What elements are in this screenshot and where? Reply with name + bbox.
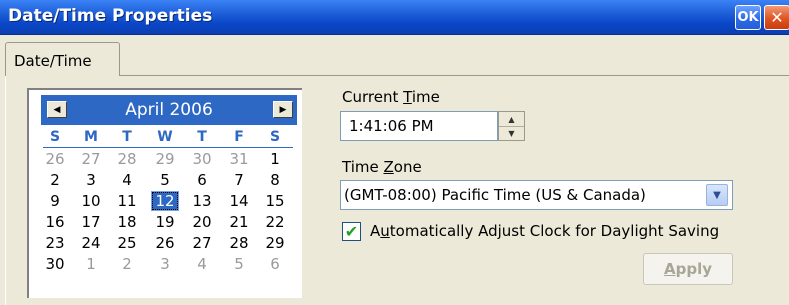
calendar-day[interactable]: 1 — [77, 254, 105, 274]
calendar-day[interactable]: 3 — [77, 170, 105, 190]
calendar-day[interactable]: 8 — [261, 170, 289, 190]
calendar-day-selected[interactable]: 12 — [151, 191, 179, 211]
calendar-day[interactable]: 25 — [113, 233, 141, 253]
current-time-value: 1:41:06 PM — [349, 117, 434, 135]
calendar-day[interactable]: 5 — [151, 170, 179, 190]
close-button[interactable]: ✕ — [764, 5, 789, 30]
arrow-right-icon: ▶ — [279, 104, 287, 115]
time-zone-value: (GMT-08:00) Pacific Time (US & Canada) — [344, 186, 646, 204]
calendar-day[interactable]: 18 — [113, 212, 141, 232]
calendar-day[interactable]: 11 — [113, 191, 141, 211]
calendar-day[interactable]: 28 — [113, 149, 141, 169]
arrow-up-icon: ▲ — [508, 114, 515, 124]
calendar-month-year[interactable]: April 2006 — [41, 100, 297, 120]
calendar-day[interactable]: 6 — [261, 254, 289, 274]
calendar-day[interactable]: 26 — [151, 233, 179, 253]
calendar-day[interactable]: 30 — [188, 149, 216, 169]
spin-up-button[interactable]: ▲ — [499, 112, 524, 127]
calendar-day[interactable]: 21 — [225, 212, 253, 232]
calendar-day[interactable]: 10 — [77, 191, 105, 211]
calendar-day[interactable]: 2 — [41, 170, 69, 190]
weekday-header: T — [197, 129, 207, 145]
tab-date-time[interactable]: Date/Time — [5, 42, 120, 76]
calendar-day[interactable]: 31 — [225, 149, 253, 169]
calendar-day[interactable]: 27 — [77, 149, 105, 169]
checkmark-icon: ✔ — [344, 221, 359, 241]
time-zone-dropdown[interactable]: (GMT-08:00) Pacific Time (US & Canada) ▼ — [340, 180, 733, 210]
daylight-saving-checkbox[interactable]: ✔ — [342, 222, 361, 241]
calendar-day[interactable]: 26 — [41, 149, 69, 169]
calendar-day[interactable]: 22 — [261, 212, 289, 232]
weekday-header: T — [122, 129, 132, 145]
calendar-day[interactable]: 28 — [225, 233, 253, 253]
tab-label: Date/Time — [14, 52, 92, 70]
window-title: Date/Time Properties — [8, 6, 213, 26]
title-bar: Date/Time Properties OK ✕ — [0, 0, 789, 35]
calendar-day[interactable]: 29 — [261, 233, 289, 253]
current-time-label: Current Time — [342, 88, 440, 106]
weekday-header: W — [157, 129, 173, 145]
calendar-day[interactable]: 24 — [77, 233, 105, 253]
weekday-header: S — [269, 129, 281, 145]
calendar-day[interactable]: 15 — [261, 191, 289, 211]
time-spinner[interactable]: ▲ ▼ — [498, 111, 525, 141]
month-calendar: ◀ April 2006 ▶ SMTWTFS 26 27 28 29 30 31 1 2 3 4 5… — [27, 88, 302, 298]
calendar-day[interactable]: 14 — [225, 191, 253, 211]
close-icon: ✕ — [770, 8, 784, 27]
calendar-day[interactable]: 27 — [188, 233, 216, 253]
calendar-day[interactable]: 17 — [77, 212, 105, 232]
time-zone-label: Time Zone — [342, 158, 422, 176]
calendar-day[interactable]: 23 — [41, 233, 69, 253]
calendar-day[interactable]: 9 — [41, 191, 69, 211]
current-time-field[interactable]: 1:41:06 PM — [340, 111, 498, 141]
calendar-day[interactable]: 29 — [151, 149, 179, 169]
calendar-day[interactable]: 13 — [188, 191, 216, 211]
calendar-day[interactable]: 7 — [225, 170, 253, 190]
ok-button[interactable]: OK — [735, 5, 761, 30]
daylight-saving-label[interactable]: Automatically Adjust Clock for Daylight … — [370, 222, 719, 240]
spin-down-button[interactable]: ▼ — [499, 126, 524, 140]
calendar-day[interactable]: 16 — [41, 212, 69, 232]
calendar-day[interactable]: 6 — [188, 170, 216, 190]
dropdown-arrow-button[interactable]: ▼ — [706, 184, 728, 206]
calendar-day[interactable]: 4 — [113, 170, 141, 190]
weekday-divider — [43, 147, 293, 148]
calendar-day[interactable]: 19 — [151, 212, 179, 232]
calendar-day[interactable]: 4 — [188, 254, 216, 274]
apply-button[interactable]: Apply — [643, 253, 733, 285]
calendar-header: ◀ April 2006 ▶ — [41, 95, 297, 125]
arrow-down-icon: ▼ — [508, 128, 515, 138]
weekday-header: S — [49, 129, 61, 145]
weekday-header: F — [234, 129, 244, 145]
chevron-down-icon: ▼ — [713, 189, 721, 201]
calendar-day[interactable]: 30 — [41, 254, 69, 274]
calendar-day[interactable]: 2 — [113, 254, 141, 274]
next-month-button[interactable]: ▶ — [273, 101, 293, 118]
calendar-day[interactable]: 3 — [151, 254, 179, 274]
weekday-header: M — [84, 129, 98, 145]
calendar-day[interactable]: 5 — [225, 254, 253, 274]
calendar-day[interactable]: 1 — [261, 149, 289, 169]
calendar-day[interactable]: 20 — [188, 212, 216, 232]
